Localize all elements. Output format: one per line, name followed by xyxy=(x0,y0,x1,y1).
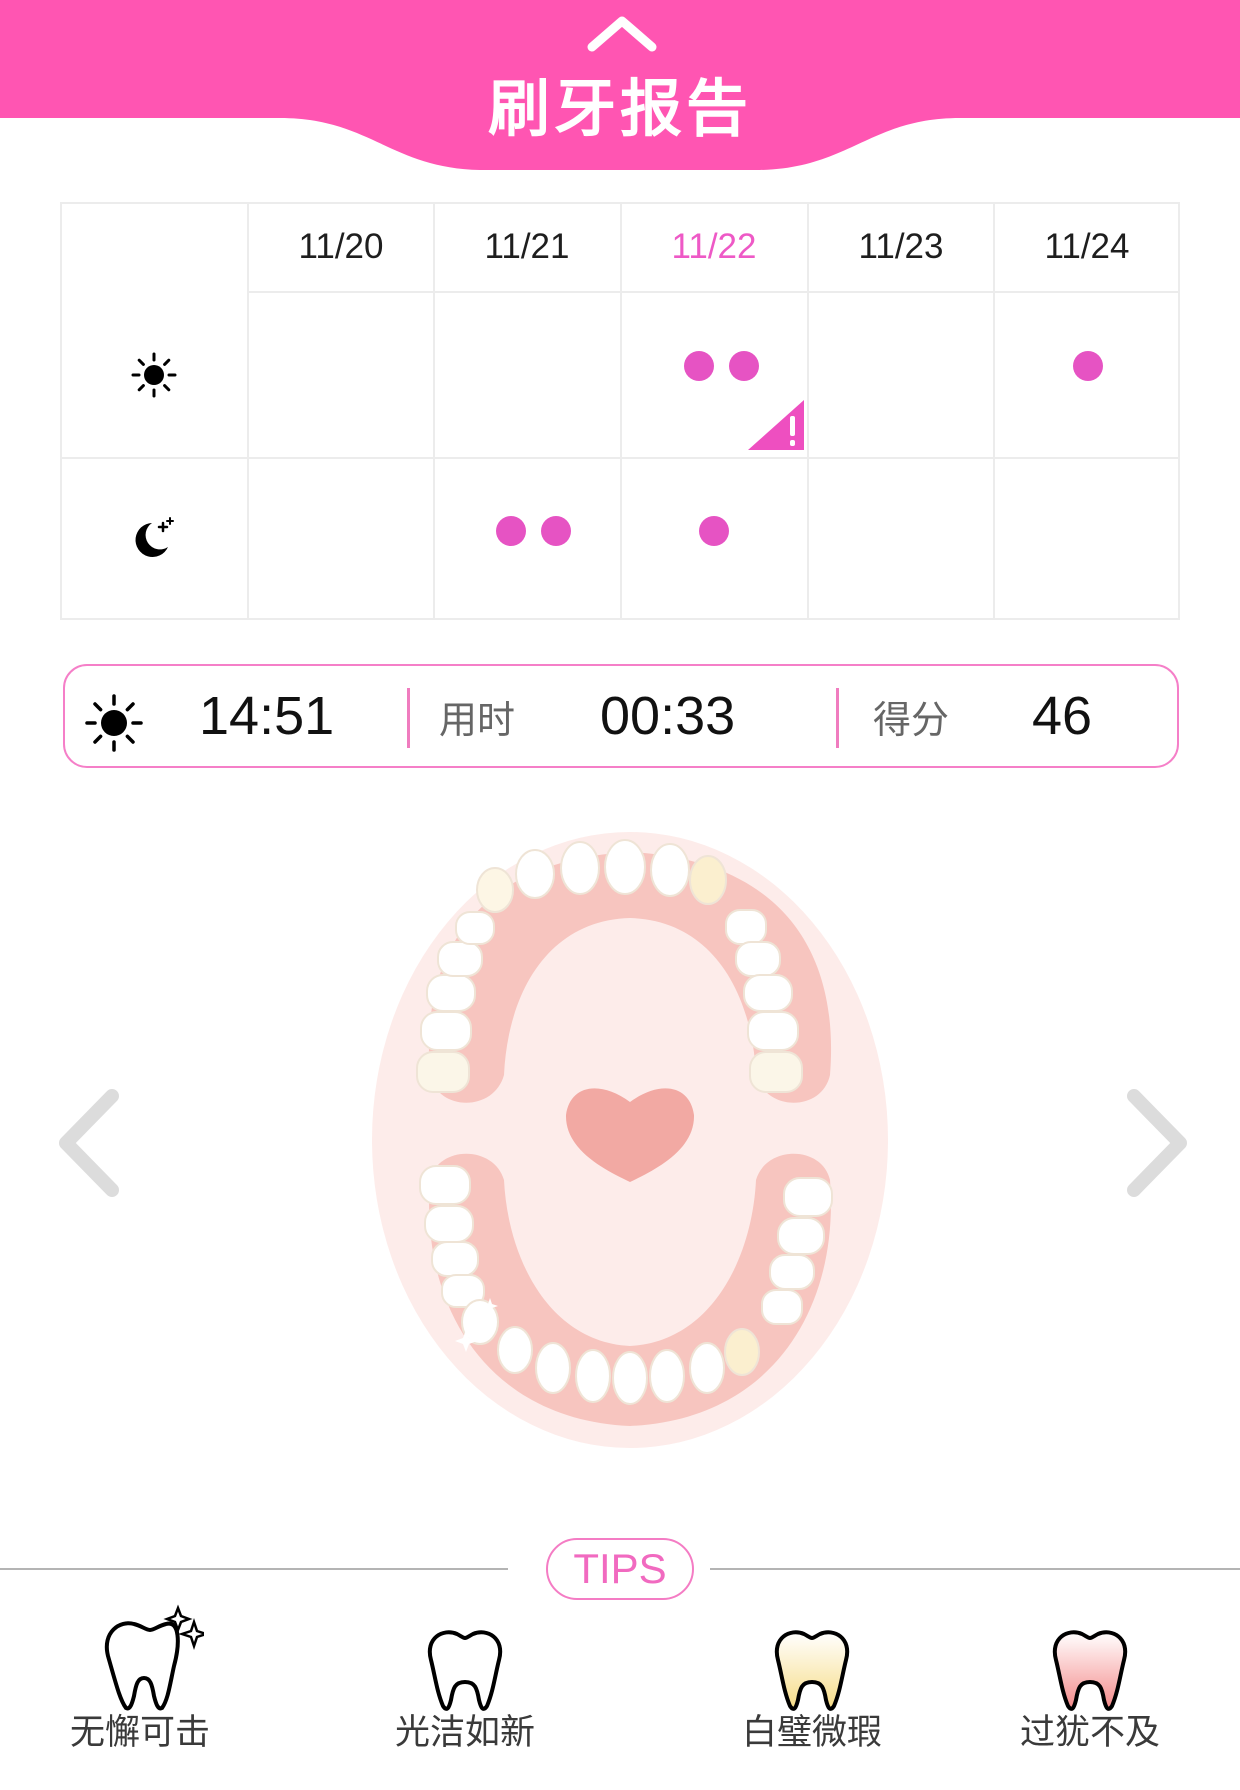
session-summary: 14:51 用时 00:33 得分 46 xyxy=(63,664,1179,768)
page-title: 刷牙报告 xyxy=(487,72,752,145)
brush-record-dot[interactable] xyxy=(541,516,571,546)
score-value: 46 xyxy=(1032,686,1093,746)
morning-row-label xyxy=(60,292,248,458)
divider xyxy=(0,1568,508,1570)
next-record-button[interactable] xyxy=(1122,1088,1192,1198)
date-header-1120[interactable]: 11/20 xyxy=(248,202,434,292)
date-header-1122[interactable]: 11/22 xyxy=(621,202,807,292)
red-tooth-icon xyxy=(1052,1630,1128,1711)
chevron-left-icon xyxy=(59,1089,119,1197)
date-header-1123[interactable]: 11/23 xyxy=(808,202,994,292)
divider xyxy=(836,688,839,748)
duration-value: 00:33 xyxy=(600,686,736,746)
tip-label: 无懈可击 xyxy=(69,1713,210,1753)
evening-row-label xyxy=(60,458,248,620)
chevron-up-icon xyxy=(587,16,657,52)
tip-label: 白璧微瑕 xyxy=(741,1713,882,1753)
sun-icon xyxy=(131,352,177,398)
score-label: 得分 xyxy=(873,697,950,742)
sun-icon xyxy=(85,694,143,752)
session-time: 14:51 xyxy=(199,686,335,746)
date-header-1124[interactable]: 11/24 xyxy=(994,202,1180,292)
brush-record-dot[interactable] xyxy=(496,516,526,546)
moon-icon xyxy=(135,517,174,557)
tip-label: 过犹不及 xyxy=(1019,1713,1160,1753)
previous-record-button[interactable] xyxy=(54,1088,124,1198)
date-header-1121[interactable]: 11/21 xyxy=(434,202,620,292)
duration-label: 用时 xyxy=(439,697,516,742)
chevron-right-icon xyxy=(1127,1089,1187,1197)
brush-record-dot[interactable] xyxy=(699,516,729,546)
mouth-diagram xyxy=(372,832,888,1448)
yellow-tooth-icon xyxy=(774,1630,850,1711)
warning-icon xyxy=(748,400,804,450)
tip-label: 光洁如新 xyxy=(394,1713,535,1753)
tips-badge: TIPS xyxy=(546,1538,694,1600)
brush-record-dot[interactable] xyxy=(729,351,759,381)
divider xyxy=(407,688,410,748)
brushing-calendar: 11/20 11/21 11/22 11/23 11/24 xyxy=(60,202,1180,620)
clean-tooth-icon xyxy=(427,1630,503,1711)
sparkling-tooth-icon xyxy=(104,1604,204,1711)
divider xyxy=(710,1568,1240,1570)
collapse-button[interactable] xyxy=(583,8,661,58)
brush-record-dot[interactable] xyxy=(1073,351,1103,381)
brush-record-dot[interactable] xyxy=(684,351,714,381)
